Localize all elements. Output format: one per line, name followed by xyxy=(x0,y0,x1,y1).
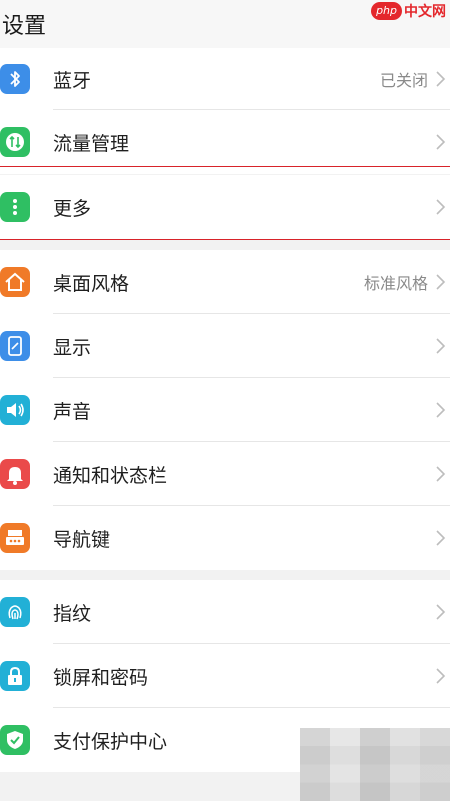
chevron-right-icon xyxy=(436,274,446,290)
settings-item-label: 支付保护中心 xyxy=(53,730,168,753)
chevron-right-icon xyxy=(436,530,446,546)
settings-item-sound[interactable]: 声音 xyxy=(0,378,450,442)
watermark-logo: php 中文网 xyxy=(371,0,446,22)
desktop-style-value: 标准风格 xyxy=(363,274,428,293)
settings-group-display: 桌面风格 标准风格 显示 声音 通知和状态栏 导航键 xyxy=(0,250,450,570)
settings-item-label: 锁屏和密码 xyxy=(53,666,149,689)
settings-item-label: 通知和状态栏 xyxy=(53,464,168,487)
settings-item-label: 指纹 xyxy=(53,602,92,625)
settings-item-display[interactable]: 显示 xyxy=(0,314,450,378)
notification-icon xyxy=(0,459,30,489)
navigation-keys-icon xyxy=(0,523,30,553)
settings-item-navigation-keys[interactable]: 导航键 xyxy=(0,506,450,570)
chevron-right-icon xyxy=(436,71,446,87)
chevron-right-icon xyxy=(436,402,446,418)
settings-item-label: 蓝牙 xyxy=(53,69,92,92)
settings-item-more[interactable]: 更多 xyxy=(0,175,450,239)
chevron-right-icon xyxy=(436,604,446,620)
pixelated-overlay xyxy=(300,728,450,801)
settings-item-label: 桌面风格 xyxy=(53,272,130,295)
settings-item-label: 显示 xyxy=(53,336,92,359)
chevron-right-icon xyxy=(436,199,446,215)
settings-item-label: 声音 xyxy=(53,400,92,423)
settings-item-notifications[interactable]: 通知和状态栏 xyxy=(0,442,450,506)
settings-item-fingerprint[interactable]: 指纹 xyxy=(0,580,450,644)
lock-icon xyxy=(0,661,30,691)
settings-group-more: 更多 xyxy=(0,175,450,239)
header: 设置 php 中文网 xyxy=(0,0,450,52)
settings-item-lock-screen[interactable]: 锁屏和密码 xyxy=(0,644,450,708)
chevron-right-icon xyxy=(436,338,446,354)
settings-item-label: 导航键 xyxy=(53,528,111,551)
highlight-border-bottom xyxy=(0,239,450,240)
chevron-right-icon xyxy=(436,466,446,482)
bluetooth-status: 已关闭 xyxy=(379,71,428,90)
home-icon xyxy=(0,267,30,297)
bluetooth-icon xyxy=(0,64,30,94)
settings-item-label: 更多 xyxy=(53,197,92,220)
highlight-border-top xyxy=(0,166,450,167)
display-icon xyxy=(0,331,30,361)
chevron-right-icon xyxy=(436,668,446,684)
sound-icon xyxy=(0,395,30,425)
shield-icon xyxy=(0,725,30,755)
settings-item-traffic-management[interactable]: 流量管理 xyxy=(0,110,450,174)
page-title: 设置 xyxy=(2,14,47,39)
chevron-right-icon xyxy=(436,134,446,150)
settings-group-connectivity: 蓝牙 已关闭 流量管理 xyxy=(0,48,450,174)
settings-item-desktop-style[interactable]: 桌面风格 标准风格 xyxy=(0,250,450,314)
watermark-badge: php xyxy=(371,2,402,20)
more-icon xyxy=(0,192,30,222)
traffic-icon xyxy=(0,127,30,157)
fingerprint-icon xyxy=(0,597,30,627)
settings-item-label: 流量管理 xyxy=(53,132,130,155)
settings-item-bluetooth[interactable]: 蓝牙 已关闭 xyxy=(0,48,450,110)
watermark-text: 中文网 xyxy=(404,4,446,20)
